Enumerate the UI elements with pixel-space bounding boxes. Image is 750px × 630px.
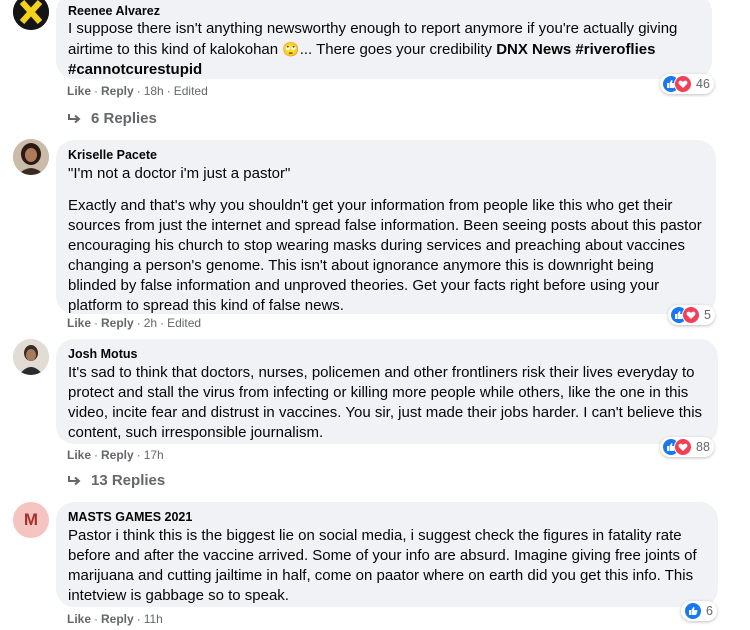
edited-label: Edited <box>167 316 202 330</box>
timestamp[interactable]: 2h <box>144 316 157 330</box>
view-replies-button[interactable]: 6 Replies <box>67 110 157 127</box>
reaction-summary[interactable]: 5 <box>668 305 715 325</box>
comment-text: It's sad to think that doctors, nurses, … <box>68 364 703 441</box>
avatar-letter: M <box>23 510 39 529</box>
reply-arrow-icon <box>68 475 81 485</box>
comment-bubble: MASTS GAMES 2021 Pastor i think this is … <box>56 502 718 607</box>
avatar-josh[interactable] <box>13 339 49 375</box>
comment-author[interactable]: Josh Motus <box>68 347 706 361</box>
reply-button[interactable]: Reply <box>101 84 134 98</box>
rolling-eyes-emoji-icon: 🙄 <box>282 41 300 57</box>
reaction-summary[interactable]: 6 <box>681 601 717 621</box>
love-reaction-icon <box>674 438 692 456</box>
love-reaction-icon <box>682 306 700 324</box>
comment-author[interactable]: Kriselle Pacete <box>68 148 704 162</box>
comment-actions: Like · Reply · 17h <box>67 448 164 462</box>
page-mention[interactable]: DNX News <box>496 41 571 58</box>
avatar-reenee[interactable] <box>13 0 49 30</box>
reply-arrow-icon <box>68 113 81 123</box>
comment-text: "I'm not a doctor i'm just a pastor" Exa… <box>68 164 704 316</box>
reaction-count: 88 <box>696 440 710 454</box>
reaction-count: 46 <box>696 77 710 91</box>
comment-bubble: Josh Motus It's sad to think that doctor… <box>56 339 718 444</box>
reaction-summary[interactable]: 88 <box>660 437 714 457</box>
reaction-summary[interactable]: 46 <box>660 74 714 94</box>
comment-bubble: Reenee Alvarez I suppose there isn't any… <box>56 0 712 79</box>
comment-actions: Like · Reply · 11h <box>67 612 163 626</box>
reply-button[interactable]: Reply <box>101 448 134 462</box>
timestamp[interactable]: 11h <box>144 612 163 626</box>
comment-text: Pastor i think this is the biggest lie o… <box>68 527 697 604</box>
comment-text: I suppose there isn't anything newsworth… <box>68 20 678 78</box>
like-button[interactable]: Like <box>67 316 91 330</box>
like-reaction-icon <box>684 602 702 620</box>
quoted-text: "I'm not a doctor i'm just a pastor" <box>68 165 291 182</box>
reaction-count: 5 <box>704 308 711 322</box>
like-button[interactable]: Like <box>67 84 91 98</box>
like-button[interactable]: Like <box>67 448 91 462</box>
like-button[interactable]: Like <box>67 612 91 626</box>
avatar-kriselle[interactable] <box>13 139 49 175</box>
comment-author[interactable]: Reenee Alvarez <box>68 4 700 18</box>
love-reaction-icon <box>674 75 692 93</box>
comment-actions: Like · Reply · 2h · Edited <box>67 316 202 330</box>
comment-author[interactable]: MASTS GAMES 2021 <box>68 510 706 524</box>
edited-label: Edited <box>173 84 208 98</box>
timestamp[interactable]: 18h <box>144 84 164 98</box>
reaction-count: 6 <box>706 604 713 618</box>
reply-button[interactable]: Reply <box>101 316 134 330</box>
timestamp[interactable]: 17h <box>144 448 164 462</box>
comment-bubble: Kriselle Pacete "I'm not a doctor i'm ju… <box>56 140 716 314</box>
view-replies-button[interactable]: 13 Replies <box>67 472 165 489</box>
comment-actions: Like · Reply · 18h · Edited <box>67 84 208 98</box>
avatar-masts[interactable]: M <box>13 502 49 538</box>
reply-button[interactable]: Reply <box>101 612 134 626</box>
